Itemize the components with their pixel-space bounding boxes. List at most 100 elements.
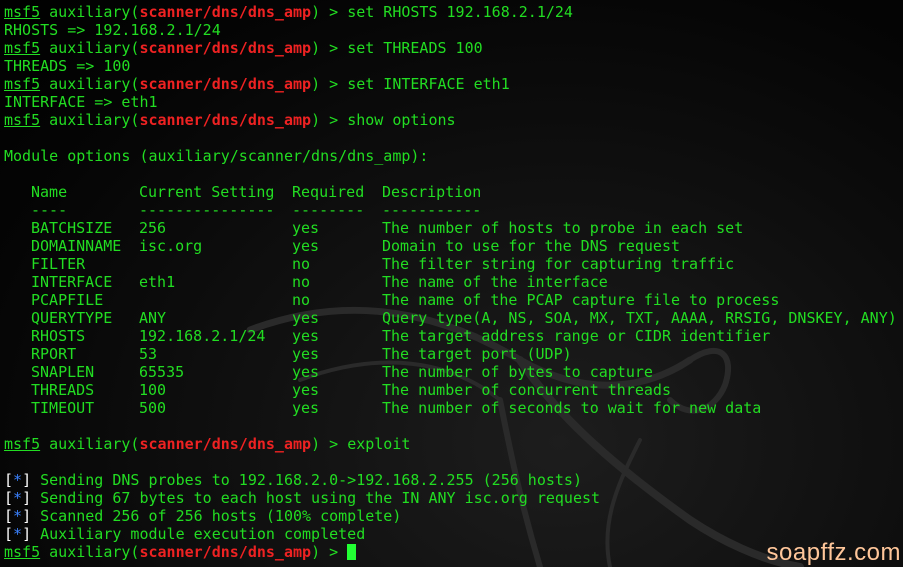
status-text: Auxiliary module execution completed	[40, 525, 366, 543]
command-text: exploit	[347, 435, 411, 453]
status-text: Sending DNS probes to 192.168.2.0->192.1…	[40, 471, 582, 489]
option-name: INTERFACE	[31, 273, 113, 291]
status-star-icon: *	[13, 489, 23, 507]
option-required: yes	[292, 381, 320, 399]
option-name: THREADS	[31, 381, 95, 399]
option-description: The number of hosts to probe in each set	[382, 219, 744, 237]
options-table-header: Name Current Setting Required Descriptio…	[4, 183, 903, 201]
header-current-setting: Current Setting	[139, 183, 275, 201]
option-required: no	[292, 255, 311, 273]
option-description: The target address range or CIDR identif…	[382, 327, 771, 345]
output-line: RHOSTS => 192.168.2.1/24	[4, 21, 221, 39]
option-description: The number of concurrent threads	[382, 381, 671, 399]
option-description: Query type(A, NS, SOA, MX, TXT, AAAA, RR…	[382, 309, 897, 327]
status-text: Scanned 256 of 256 hosts (100% complete)	[40, 507, 402, 525]
terminal-window[interactable]: msf5 auxiliary(scanner/dns/dns_amp) > se…	[0, 0, 903, 567]
option-description: The name of the PCAP capture file to pro…	[382, 291, 780, 309]
status-tag-open: [	[4, 489, 14, 507]
prompt-module-suffix: ) >	[311, 543, 348, 561]
status-tag-close: ]	[22, 525, 32, 543]
prompt-module-prefix: auxiliary(	[40, 435, 140, 453]
option-required: no	[292, 273, 311, 291]
option-description: The name of the interface	[382, 273, 608, 291]
table-row: QUERYTYPE ANY yes Query type(A, NS, SOA, MX…	[4, 309, 903, 327]
option-name: QUERYTYPE	[31, 309, 113, 327]
prompt-module-path: scanner/dns/dns_amp	[139, 75, 312, 93]
status-tag-open: [	[4, 507, 14, 525]
command-line: msf5 auxiliary(scanner/dns/dns_amp) > se…	[4, 75, 903, 93]
command-line: msf5 auxiliary(scanner/dns/dns_amp) > se…	[4, 39, 903, 57]
option-required: yes	[292, 327, 320, 345]
option-required: yes	[292, 309, 320, 327]
session-block: msf5 auxiliary(scanner/dns/dns_amp) > se…	[4, 3, 903, 183]
prompt-module-prefix: auxiliary(	[40, 75, 140, 93]
prompt-msf: msf5	[4, 39, 41, 57]
status-tag: [*]	[4, 507, 31, 525]
option-current-setting: 53	[139, 345, 158, 363]
prompt-module-path: scanner/dns/dns_amp	[139, 543, 312, 561]
command-text: set THREADS 100	[347, 39, 483, 57]
status-star-icon: *	[13, 471, 23, 489]
prompt-msf: msf5	[4, 435, 41, 453]
option-name: RHOSTS	[31, 327, 86, 345]
divider-name: ----	[31, 201, 68, 219]
divider-description: -----------	[382, 201, 482, 219]
status-line: [*] Sending DNS probes to 192.168.2.0->1…	[4, 471, 903, 489]
table-row: FILTER no The filter string for capturing …	[4, 255, 903, 273]
prompt-module-prefix: auxiliary(	[40, 39, 140, 57]
option-description: Domain to use for the DNS request	[382, 237, 681, 255]
prompt-module-prefix: auxiliary(	[40, 3, 140, 21]
command-line: msf5 auxiliary(scanner/dns/dns_amp) > ex…	[4, 435, 903, 453]
exploit-block: msf5 auxiliary(scanner/dns/dns_amp) > ex…	[4, 417, 903, 543]
text-cursor[interactable]	[347, 544, 357, 560]
divider-required: --------	[292, 201, 365, 219]
option-required: yes	[292, 363, 320, 381]
table-row: BATCHSIZE 256 yes The number of hosts to pr…	[4, 219, 903, 237]
table-row: THREADS 100 yes The number of concurrent th…	[4, 381, 903, 399]
status-line: [*] Scanned 256 of 256 hosts (100% compl…	[4, 507, 903, 525]
option-required: yes	[292, 399, 320, 417]
prompt-module-suffix: ) >	[311, 75, 348, 93]
option-current-setting: eth1	[139, 273, 176, 291]
prompt-msf: msf5	[4, 543, 41, 561]
options-table-body: BATCHSIZE 256 yes The number of hosts to pr…	[4, 219, 903, 417]
prompt-module-path: scanner/dns/dns_amp	[139, 3, 312, 21]
option-required: yes	[292, 345, 320, 363]
output-line: Module options (auxiliary/scanner/dns/dn…	[4, 147, 429, 165]
prompt-msf: msf5	[4, 111, 41, 129]
status-tag-close: ]	[22, 489, 32, 507]
status-tag-close: ]	[22, 507, 32, 525]
option-description: The number of seconds to wait for new da…	[382, 399, 762, 417]
table-row: DOMAINNAME isc.org yes Domain to use for th…	[4, 237, 903, 255]
status-text: Sending 67 bytes to each host using the …	[40, 489, 601, 507]
terminal-output: msf5 auxiliary(scanner/dns/dns_amp) > se…	[4, 3, 903, 561]
table-row: TIMEOUT 500 yes The number of seconds to wa…	[4, 399, 903, 417]
option-name: RPORT	[31, 345, 77, 363]
command-line: msf5 auxiliary(scanner/dns/dns_amp) > sh…	[4, 111, 903, 129]
command-line: msf5 auxiliary(scanner/dns/dns_amp) > se…	[4, 3, 903, 21]
prompt-module-path: scanner/dns/dns_amp	[139, 111, 312, 129]
option-name: PCAPFILE	[31, 291, 104, 309]
status-star-icon: *	[13, 525, 23, 543]
table-row: RHOSTS 192.168.2.1/24 yes The target addres…	[4, 327, 903, 345]
option-required: yes	[292, 237, 320, 255]
prompt-module-suffix: ) >	[311, 39, 348, 57]
table-row: SNAPLEN 65535 yes The number of bytes to ca…	[4, 363, 903, 381]
prompt-module-prefix: auxiliary(	[40, 111, 140, 129]
status-tag-open: [	[4, 525, 14, 543]
command-text: set RHOSTS 192.168.2.1/24	[347, 3, 573, 21]
option-current-setting: 100	[139, 381, 167, 399]
site-watermark: soapffz.com	[766, 539, 901, 566]
status-star-icon: *	[13, 507, 23, 525]
header-name: Name	[31, 183, 68, 201]
prompt-module-prefix: auxiliary(	[40, 543, 140, 561]
output-line: INTERFACE => eth1	[4, 93, 158, 111]
prompt-module-path: scanner/dns/dns_amp	[139, 435, 312, 453]
table-row: INTERFACE eth1 no The name of the interface	[4, 273, 903, 291]
status-tag-close: ]	[22, 471, 32, 489]
option-name: DOMAINNAME	[31, 237, 122, 255]
header-description: Description	[382, 183, 482, 201]
table-row: PCAPFILE no The name of the PCAP capture f…	[4, 291, 903, 309]
